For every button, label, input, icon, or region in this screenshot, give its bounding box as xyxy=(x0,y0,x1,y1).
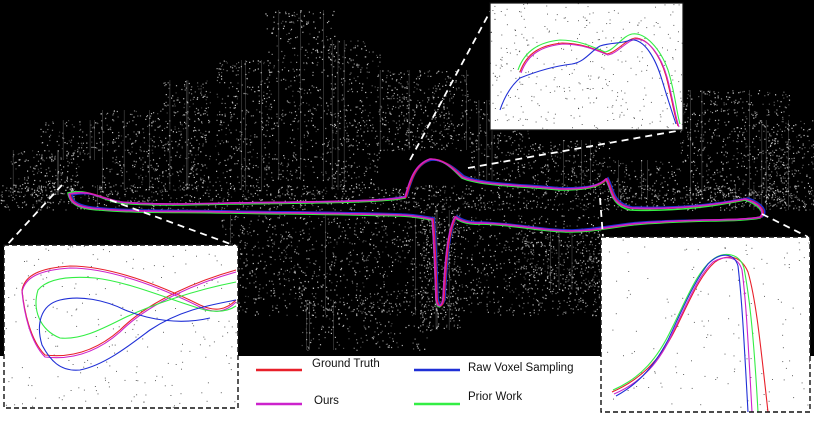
inset-bottom-right xyxy=(600,236,811,413)
legend-label-ground-truth: Ground Truth xyxy=(312,358,380,370)
inset-bottom-left xyxy=(3,244,239,409)
figure: Ground Truth Raw Voxel Sampling Ours Pri… xyxy=(0,0,814,421)
legend-label-prior-work: Prior Work xyxy=(468,391,523,403)
legend-label-ours: Ours xyxy=(314,395,339,407)
figure-canvas xyxy=(0,0,814,421)
legend-label-raw-voxel: Raw Voxel Sampling xyxy=(468,362,574,374)
inset-top-right xyxy=(489,2,684,131)
